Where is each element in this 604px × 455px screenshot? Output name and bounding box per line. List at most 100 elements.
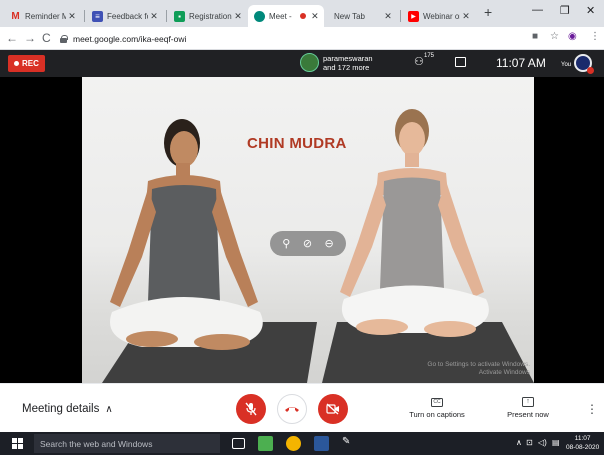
- tab-new-tab[interactable]: New Tab ✕: [326, 5, 398, 27]
- paint-icon[interactable]: ✎: [342, 436, 357, 451]
- lock-icon: [60, 34, 68, 43]
- recording-badge: REC: [8, 55, 45, 72]
- taskbar-search-box[interactable]: Search the web and Windows: [34, 434, 220, 453]
- more-options-icon[interactable]: ⋮: [586, 402, 598, 416]
- forms-icon: ≡: [92, 10, 103, 22]
- volume-icon[interactable]: ◁): [538, 438, 547, 447]
- rec-label: REC: [22, 59, 39, 68]
- tab-registration[interactable]: ▪ Registration ✕: [168, 5, 248, 27]
- tab-divider: [84, 10, 85, 22]
- maximize-icon[interactable]: ❐: [560, 4, 570, 17]
- presenter-name: parameswaran: [323, 53, 373, 63]
- closed-captions-icon: CC: [431, 398, 443, 407]
- meet-icon: [254, 10, 265, 22]
- camera-icon[interactable]: ■: [532, 31, 538, 42]
- participants-more: and 172 more: [323, 62, 370, 72]
- close-icon[interactable]: ✕: [148, 11, 160, 22]
- new-tab-button[interactable]: +: [484, 4, 492, 20]
- notification-icon[interactable]: ▤: [552, 438, 560, 447]
- present-now-button[interactable]: ↑ Present now: [500, 396, 556, 419]
- leave-call-button[interactable]: [277, 394, 307, 424]
- tab-title: New Tab: [334, 11, 365, 21]
- camera-off-icon: [326, 403, 339, 415]
- mic-toggle-button[interactable]: [236, 394, 266, 424]
- activate-windows-watermark: Go to Settings to activate Windows. Acti…: [427, 361, 530, 376]
- close-icon[interactable]: ✕: [460, 11, 472, 22]
- meeting-details-label: Meeting details: [22, 403, 100, 415]
- presentation-video: CHIN MUDRA Go to Settings to activate Wi…: [82, 77, 534, 383]
- mic-off-icon: [245, 402, 257, 416]
- you-label: You: [561, 62, 572, 68]
- video-stage: CHIN MUDRA Go to Settings to activate Wi…: [0, 77, 604, 383]
- close-icon[interactable]: ✕: [310, 11, 320, 22]
- windows-start-icon[interactable]: [12, 438, 23, 449]
- yoga-scene-illustration: [102, 109, 534, 383]
- video-title-text: CHIN MUDRA: [247, 135, 347, 152]
- network-icon[interactable]: ⊡: [526, 438, 533, 447]
- forward-icon[interactable]: →: [24, 31, 36, 45]
- captions-button[interactable]: CC Turn on captions: [404, 396, 470, 419]
- person-right: [340, 109, 489, 337]
- meet-top-bar: REC parameswaran and 172 more ⚇ 175 11:0…: [0, 50, 604, 77]
- minimize-icon[interactable]: —: [532, 4, 543, 16]
- taskbar-search-placeholder: Search the web and Windows: [40, 438, 153, 449]
- tab-webinar[interactable]: ▶ Webinar on ✕: [402, 5, 476, 27]
- meeting-details-button[interactable]: Meeting details ∧: [22, 403, 113, 415]
- word-icon[interactable]: [314, 436, 329, 451]
- gmail-m-icon: M: [11, 10, 20, 22]
- reload-icon[interactable]: C: [42, 31, 51, 45]
- task-view-icon[interactable]: [232, 438, 245, 449]
- mute-participant-icon[interactable]: ⊘: [303, 237, 312, 250]
- close-icon[interactable]: ✕: [232, 11, 244, 22]
- address-bar: ← → C meet.google.com/ika-eeqf-owi ■ ☆ ◉…: [0, 27, 604, 50]
- tab-title: Reminder Mo: [25, 11, 66, 21]
- tab-meet[interactable]: Meet - ✕: [248, 5, 324, 27]
- file-explorer-icon[interactable]: [258, 436, 273, 451]
- tab-title: Feedback fo: [107, 11, 148, 21]
- menu-kebab-icon[interactable]: ⋮: [590, 31, 600, 42]
- tab-divider: [166, 10, 167, 22]
- meeting-clock: 11:07 AM: [496, 56, 546, 70]
- tray-chevron-up-icon[interactable]: ∧: [516, 438, 522, 447]
- screen: M Reminder Mo ✕ ≡ Feedback fo ✕ ▪ Regist…: [0, 0, 604, 455]
- present-screen-icon: ↑: [522, 397, 534, 407]
- taskbar-date: 08-08-2020: [566, 444, 600, 451]
- tab-title: Registration: [189, 11, 232, 21]
- youtube-icon: ▶: [408, 10, 419, 22]
- tab-title: Meet -: [269, 11, 292, 21]
- hang-up-icon: [285, 407, 299, 412]
- meet-bottom-bar: Meeting details ∧ CC Turn on captions ↑ …: [0, 383, 604, 432]
- chrome-icon[interactable]: [286, 436, 301, 451]
- person-left: [110, 119, 263, 350]
- url-field[interactable]: meet.google.com/ika-eeqf-owi: [60, 30, 540, 47]
- chevron-up-icon: ∧: [105, 403, 113, 415]
- close-icon[interactable]: ✕: [66, 11, 78, 22]
- window-close-icon[interactable]: ✕: [586, 4, 595, 17]
- presenter-info: parameswaran and 172 more: [300, 53, 373, 72]
- taskbar-clock[interactable]: 11:07 08-08-2020: [566, 434, 599, 452]
- bookmark-star-icon[interactable]: ☆: [550, 31, 559, 42]
- close-icon[interactable]: ✕: [382, 11, 394, 22]
- tab-reminder[interactable]: M Reminder Mo ✕: [4, 5, 82, 27]
- people-icon[interactable]: ⚇: [414, 55, 424, 68]
- classroom-icon: ▪: [174, 10, 185, 22]
- browser-tab-strip: M Reminder Mo ✕ ≡ Feedback fo ✕ ▪ Regist…: [0, 0, 604, 27]
- pin-icon[interactable]: ⚲: [282, 237, 290, 250]
- profile-icon[interactable]: ◉: [568, 31, 577, 42]
- tab-feedback[interactable]: ≡ Feedback fo ✕: [86, 5, 164, 27]
- remove-participant-icon[interactable]: ⊖: [325, 237, 334, 250]
- presenter-avatar: [300, 53, 319, 72]
- tab-title: Webinar on: [423, 11, 460, 21]
- tile-hover-controls: ⚲ ⊘ ⊖: [270, 231, 346, 256]
- present-label: Present now: [507, 410, 549, 419]
- camera-toggle-button[interactable]: [318, 394, 348, 424]
- self-avatar[interactable]: [574, 54, 594, 74]
- chat-icon[interactable]: [455, 57, 466, 67]
- participant-count: 175: [424, 53, 435, 59]
- record-dot-icon: [14, 61, 19, 66]
- windows-taskbar: Search the web and Windows ✎ ∧ ⊡ ◁) ▤ 11…: [0, 432, 604, 455]
- tab-divider: [400, 10, 401, 22]
- back-icon[interactable]: ←: [6, 31, 18, 45]
- captions-label: Turn on captions: [409, 410, 465, 419]
- url-text: meet.google.com/ika-eeqf-owi: [73, 33, 187, 44]
